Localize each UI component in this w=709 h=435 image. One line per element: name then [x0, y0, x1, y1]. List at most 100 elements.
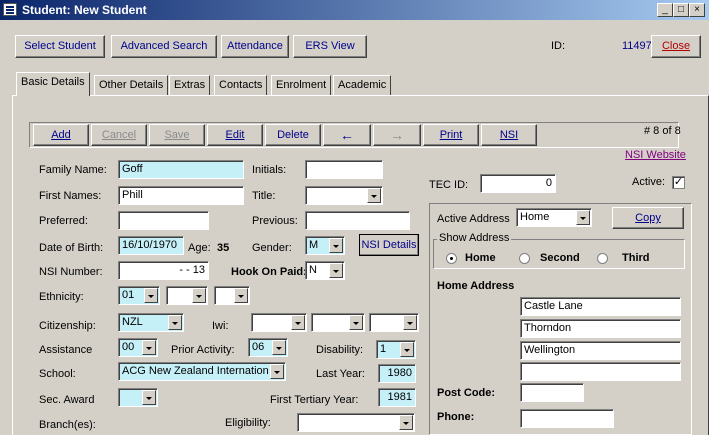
- cancel-button[interactable]: Cancel: [91, 124, 147, 146]
- add-button[interactable]: Add: [33, 124, 89, 146]
- show-third-radio[interactable]: [597, 253, 608, 264]
- chevron-down-icon[interactable]: [349, 315, 363, 330]
- school-label: School:: [39, 368, 76, 380]
- show-third-label: Third: [622, 252, 650, 264]
- chevron-down-icon[interactable]: [144, 288, 158, 303]
- gender-select[interactable]: M: [305, 236, 345, 255]
- select-student-button[interactable]: Select Student: [15, 35, 105, 58]
- title-bar: Student: New Student _ □ ×: [0, 0, 709, 20]
- chevron-down-icon[interactable]: [329, 238, 343, 253]
- chevron-down-icon[interactable]: [270, 364, 284, 379]
- chevron-down-icon[interactable]: [142, 390, 156, 405]
- tec-id-field[interactable]: 0: [480, 174, 556, 193]
- disability-select[interactable]: 1: [376, 340, 416, 359]
- iwi-select-2[interactable]: [311, 313, 365, 332]
- show-second-radio[interactable]: [519, 253, 530, 264]
- chevron-down-icon[interactable]: [403, 315, 417, 330]
- initials-field[interactable]: [305, 160, 383, 179]
- tab-extras[interactable]: Extras: [169, 75, 211, 95]
- chevron-down-icon[interactable]: [142, 340, 156, 355]
- hook-on-paid-select[interactable]: N: [305, 261, 345, 280]
- active-address-select[interactable]: Home: [516, 208, 592, 227]
- chevron-down-icon[interactable]: [234, 288, 248, 303]
- edit-button[interactable]: Edit: [207, 124, 263, 146]
- nsi-website-link[interactable]: NSI Website: [625, 149, 686, 161]
- chevron-down-icon[interactable]: [399, 415, 413, 430]
- first-names-field[interactable]: Phill: [118, 186, 244, 205]
- active-address-label: Active Address: [437, 213, 510, 225]
- minimize-icon[interactable]: _: [657, 3, 673, 17]
- attendance-button[interactable]: Attendance: [221, 35, 289, 58]
- preferred-field[interactable]: [118, 211, 209, 230]
- phone-field[interactable]: [520, 409, 614, 428]
- post-code-field[interactable]: [520, 383, 584, 402]
- citizenship-label: Citizenship:: [39, 320, 96, 332]
- iwi-select-3[interactable]: [369, 313, 419, 332]
- school-select[interactable]: ACG New Zealand Internation: [118, 362, 286, 381]
- chevron-down-icon[interactable]: [168, 315, 182, 330]
- chevron-down-icon[interactable]: [400, 342, 414, 357]
- dob-field[interactable]: 16/10/1970: [118, 236, 184, 255]
- tab-basic-details[interactable]: Basic Details: [16, 72, 90, 96]
- address-line-3[interactable]: Wellington: [520, 341, 681, 360]
- citizenship-select[interactable]: NZL: [118, 313, 184, 332]
- delete-button[interactable]: Delete: [265, 124, 321, 146]
- previous-record-icon[interactable]: ←: [323, 124, 371, 146]
- tab-enrolment[interactable]: Enrolment: [271, 75, 332, 95]
- eligibility-label: Eligibility:: [225, 417, 271, 429]
- nsi-button[interactable]: NSI: [481, 124, 537, 146]
- ers-view-button[interactable]: ERS View: [293, 35, 367, 58]
- prior-activity-select[interactable]: 06: [248, 338, 288, 357]
- show-home-radio[interactable]: [446, 253, 457, 264]
- family-name-field[interactable]: Goff: [118, 160, 244, 179]
- form-icon: [3, 3, 17, 16]
- nsi-number-field[interactable]: - - 13: [118, 261, 209, 280]
- disability-label: Disability:: [316, 344, 364, 356]
- chevron-down-icon[interactable]: [192, 288, 206, 303]
- chevron-down-icon[interactable]: [291, 315, 305, 330]
- show-address-label: Show Address: [437, 232, 512, 244]
- last-year-field[interactable]: 1980: [378, 364, 416, 383]
- print-button[interactable]: Print: [423, 124, 479, 146]
- ethnicity-select-3[interactable]: [214, 286, 250, 305]
- ethnicity-select-1[interactable]: 01: [118, 286, 160, 305]
- tab-academic[interactable]: Academic: [333, 75, 392, 95]
- id-value: 11497: [622, 40, 652, 52]
- gender-label: Gender:: [252, 242, 292, 254]
- address-line-4[interactable]: [520, 362, 681, 381]
- age-value: 35: [217, 242, 230, 254]
- copy-button[interactable]: Copy: [612, 207, 684, 229]
- maximize-icon[interactable]: □: [673, 3, 689, 17]
- assistance-select[interactable]: 00: [118, 338, 158, 357]
- chevron-down-icon[interactable]: [367, 188, 381, 203]
- title-select[interactable]: [305, 186, 383, 205]
- chevron-down-icon[interactable]: [272, 340, 286, 355]
- record-counter: # 8 of 8: [644, 125, 681, 137]
- tab-contacts[interactable]: Contacts: [214, 75, 268, 95]
- tab-other-details[interactable]: Other Details: [94, 75, 169, 95]
- chevron-down-icon[interactable]: [329, 263, 343, 278]
- save-button[interactable]: Save: [149, 124, 205, 146]
- chevron-down-icon[interactable]: [576, 210, 590, 225]
- next-record-icon[interactable]: →: [373, 124, 421, 146]
- nsi-details-button[interactable]: NSI Details: [359, 234, 419, 256]
- id-label: ID:: [551, 40, 566, 52]
- post-code-label: Post Code:: [437, 387, 496, 399]
- branches-label: Branch(es):: [39, 419, 96, 431]
- first-tertiary-year-field[interactable]: 1981: [378, 388, 416, 407]
- close-button[interactable]: Close: [651, 35, 701, 58]
- sec-award-select[interactable]: [118, 388, 158, 407]
- address-line-1[interactable]: Castle Lane: [520, 297, 681, 316]
- address-line-2[interactable]: Thorndon: [520, 319, 681, 338]
- assistance-label: Assistance: [39, 344, 93, 356]
- eligibility-select[interactable]: [297, 413, 415, 432]
- previous-label: Previous:: [252, 215, 298, 227]
- first-names-label: First Names:: [39, 190, 102, 202]
- active-checkbox[interactable]: ✓: [672, 176, 685, 189]
- iwi-select-1[interactable]: [251, 313, 307, 332]
- previous-field[interactable]: [305, 211, 410, 230]
- advanced-search-button[interactable]: Advanced Search: [111, 35, 217, 58]
- ethnicity-select-2[interactable]: [166, 286, 208, 305]
- close-icon[interactable]: ×: [689, 3, 705, 17]
- family-name-label: Family Name:: [39, 164, 107, 176]
